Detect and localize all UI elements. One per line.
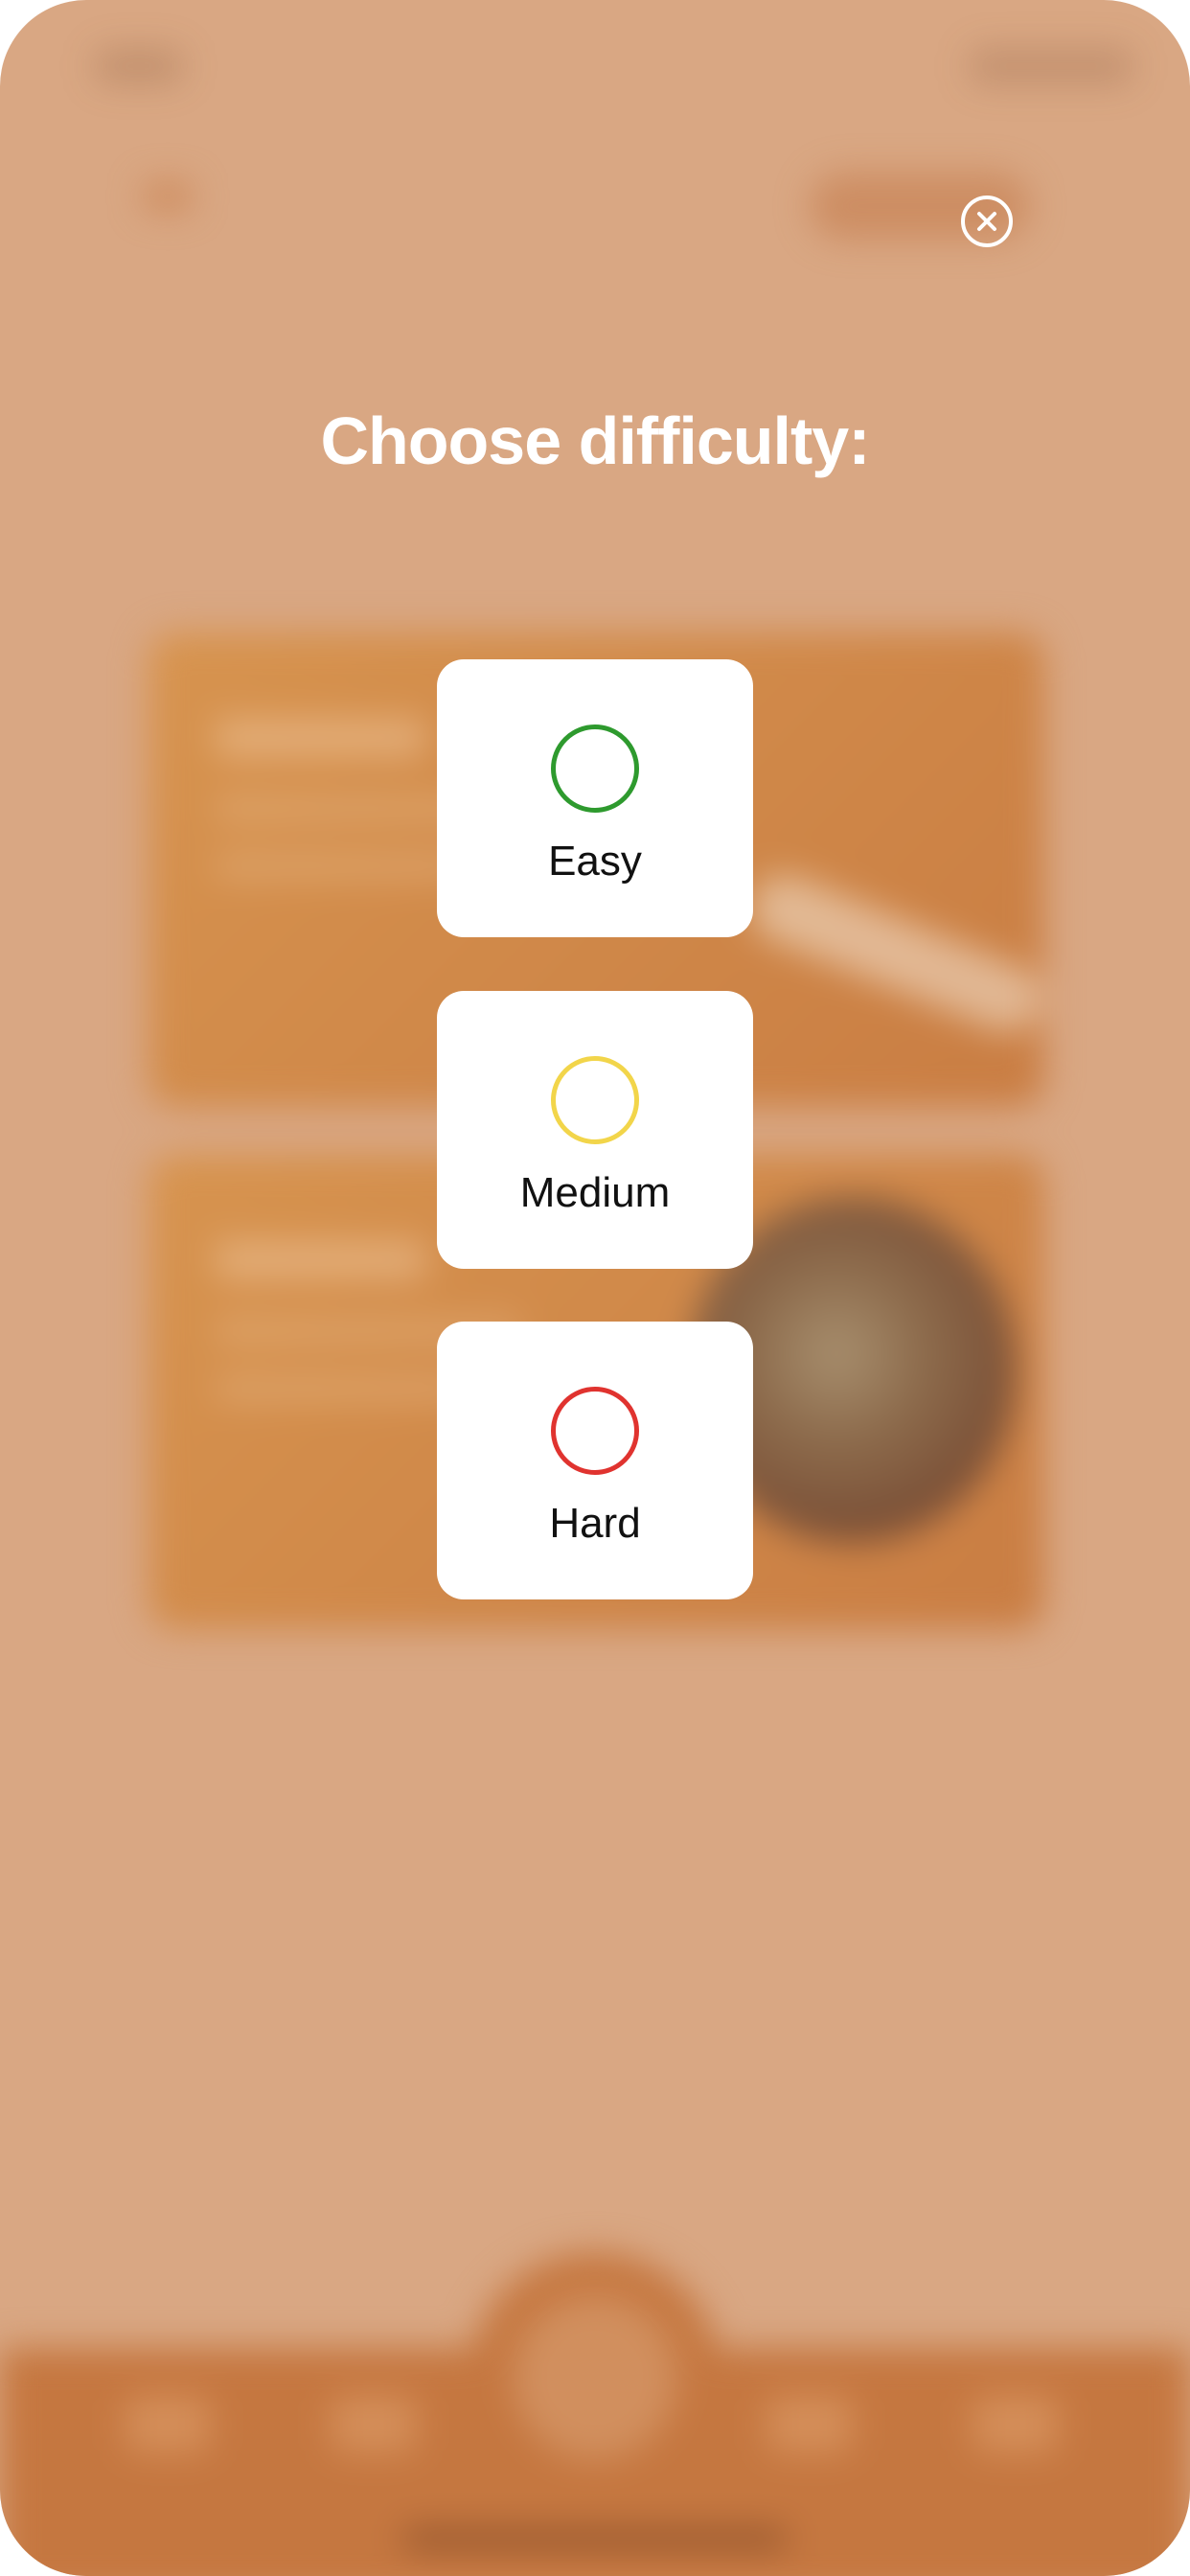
status-bar-icons — [970, 48, 1133, 84]
nav-item — [125, 2396, 211, 2453]
difficulty-hard-button[interactable]: Hard — [437, 1322, 753, 1599]
nav-item — [331, 2396, 417, 2453]
nav-item — [973, 2396, 1059, 2453]
circle-icon — [551, 1387, 639, 1475]
phone-screen: Choose difficulty: Easy Medium Hard — [0, 0, 1190, 2576]
status-bar-time — [96, 50, 182, 82]
close-icon — [977, 212, 996, 231]
circle-icon — [551, 1056, 639, 1144]
bottom-nav-center-button — [513, 2295, 677, 2460]
difficulty-label: Easy — [548, 838, 642, 885]
nav-item — [767, 2396, 853, 2453]
difficulty-label: Hard — [549, 1500, 641, 1547]
difficulty-medium-button[interactable]: Medium — [437, 991, 753, 1269]
home-indicator — [402, 2530, 788, 2547]
circle-icon — [551, 724, 639, 813]
blurred-background — [0, 0, 1190, 2576]
difficulty-label: Medium — [519, 1169, 671, 1216]
menu-icon — [144, 182, 192, 211]
close-button[interactable] — [961, 196, 1013, 247]
modal-title: Choose difficulty: — [320, 403, 870, 478]
difficulty-easy-button[interactable]: Easy — [437, 659, 753, 937]
